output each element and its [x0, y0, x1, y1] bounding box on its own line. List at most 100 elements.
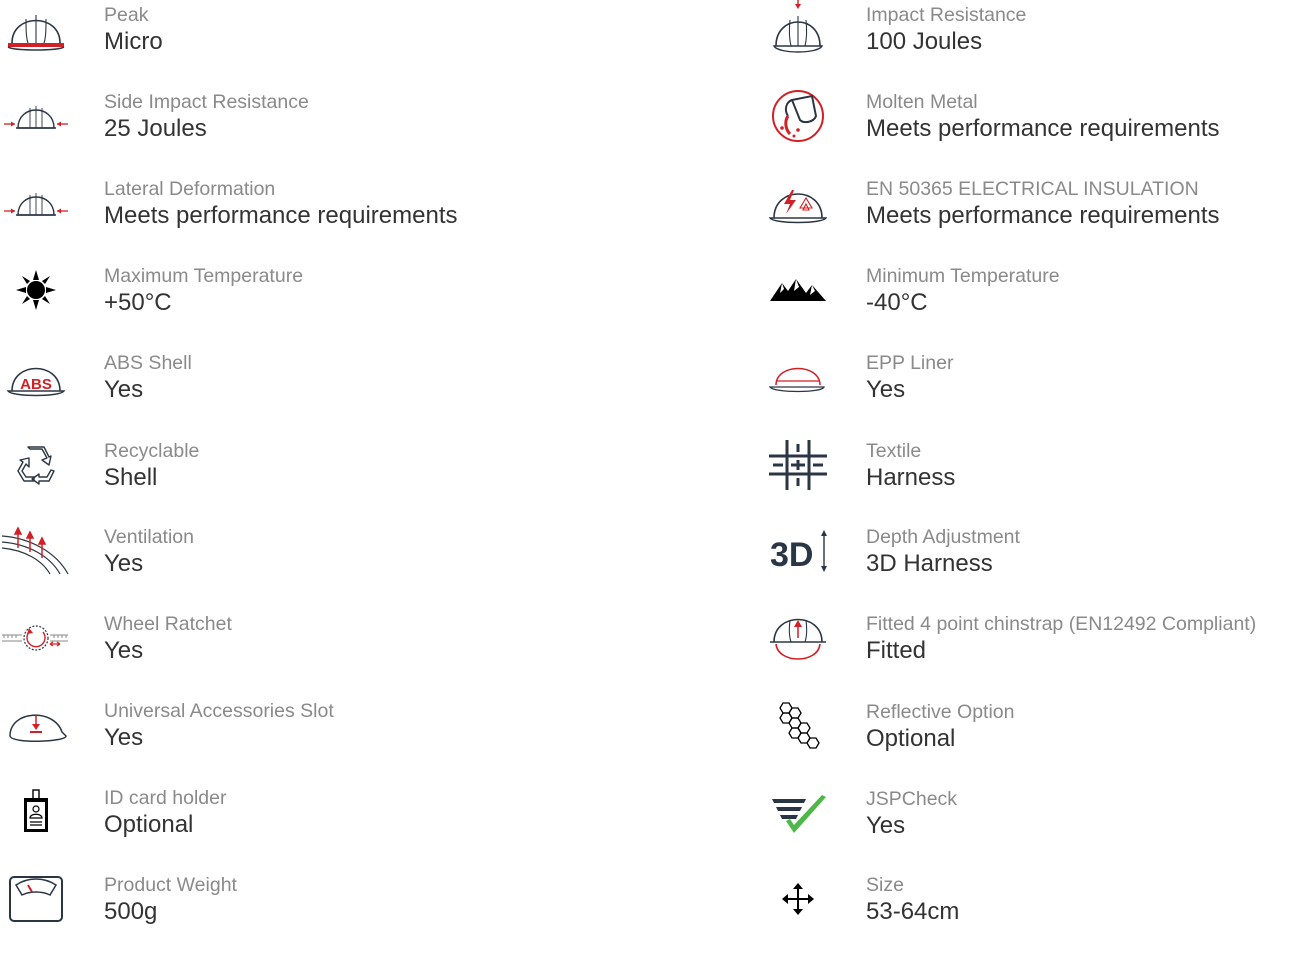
spec-label: Textile	[866, 440, 922, 462]
spec-value: Yes	[104, 550, 144, 577]
spec-label: JSPCheck	[866, 788, 958, 810]
spec-label: Lateral Deformation	[104, 178, 276, 200]
spec-value: Yes	[104, 637, 144, 664]
spec-text: Ventilation Yes	[104, 525, 194, 578]
specification-grid: Peak Micro Side Impact Resistance 25 Jou…	[0, 0, 1315, 930]
depth-adjustment-3d-text: 3D	[770, 536, 813, 574]
textile-icon	[762, 436, 834, 494]
spec-row-minimum-temperature: Minimum Temperature -40°C	[762, 261, 1315, 348]
electrical-insulation-icon	[762, 174, 834, 232]
spec-value: Yes	[104, 724, 144, 751]
spec-text: ID card holder Optional	[104, 786, 226, 839]
chinstrap-icon	[762, 609, 834, 667]
spec-row-textile: Textile Harness	[762, 436, 1315, 523]
spec-value: 100 Joules	[866, 28, 983, 55]
spec-text: EPP Liner Yes	[866, 351, 953, 404]
reflective-hexagon-icon	[762, 697, 834, 755]
spec-row-peak: Peak Micro	[0, 0, 700, 87]
spec-value: Shell	[104, 464, 158, 491]
spec-row-size: Size 53-64cm	[762, 870, 1315, 957]
spec-row-depth-adjustment: 3D Depth Adjustment 3D Harness	[762, 522, 1315, 609]
id-card-holder-icon	[0, 783, 72, 841]
spec-row-id-card-holder: ID card holder Optional	[0, 783, 700, 870]
jspcheck-icon	[762, 784, 834, 842]
spec-label: Peak	[104, 4, 149, 26]
spec-row-chinstrap: Fitted 4 point chinstrap (EN12492 Compli…	[762, 609, 1315, 696]
molten-metal-icon	[762, 87, 834, 145]
spec-text: Side Impact Resistance 25 Joules	[104, 90, 309, 143]
spec-label: EN 50365 ELECTRICAL INSULATION	[866, 178, 1199, 200]
spec-label: Universal Accessories Slot	[104, 700, 334, 722]
accessories-slot-icon	[0, 696, 72, 754]
spec-label: Fitted 4 point chinstrap (EN12492 Compli…	[866, 613, 1257, 635]
spec-label: ABS Shell	[104, 352, 192, 374]
spec-text: Wheel Ratchet Yes	[104, 612, 232, 665]
spec-value: Fitted	[866, 637, 927, 664]
spec-label: Depth Adjustment	[866, 526, 1020, 548]
spec-value: Meets performance requirements	[866, 202, 1220, 229]
spec-text: Lateral Deformation Meets performance re…	[104, 177, 457, 230]
spec-row-universal-accessories-slot: Universal Accessories Slot Yes	[0, 696, 700, 783]
spec-label: Side Impact Resistance	[104, 91, 309, 113]
abs-shell-text: ABS	[20, 376, 52, 393]
spec-text: Universal Accessories Slot Yes	[104, 699, 334, 752]
spec-row-recyclable: Recyclable Shell	[0, 436, 700, 523]
spec-text: Depth Adjustment 3D Harness	[866, 525, 1020, 578]
spec-text: Impact Resistance 100 Joules	[866, 3, 1026, 56]
spec-row-ventilation: Ventilation Yes	[0, 522, 700, 609]
spec-text: ABS Shell Yes	[104, 351, 192, 404]
lateral-deformation-icon	[0, 174, 72, 232]
spec-row-lateral-deformation: Lateral Deformation Meets performance re…	[0, 174, 700, 261]
sun-temperature-icon	[0, 261, 72, 319]
spec-row-abs-shell: ABS ABS Shell Yes	[0, 348, 700, 435]
spec-row-side-impact: Side Impact Resistance 25 Joules	[0, 87, 700, 174]
spec-value: Yes	[104, 376, 144, 403]
spec-value: Meets performance requirements	[866, 115, 1220, 142]
spec-text: Reflective Option Optional	[866, 700, 1015, 753]
spec-value: -40°C	[866, 289, 928, 316]
side-impact-icon	[0, 87, 72, 145]
spec-label: Product Weight	[104, 874, 237, 896]
spec-row-electrical-insulation: EN 50365 ELECTRICAL INSULATION Meets per…	[762, 174, 1315, 261]
spec-value: Yes	[866, 376, 906, 403]
wheel-ratchet-icon	[0, 609, 72, 667]
impact-resistance-icon	[762, 0, 834, 58]
spec-value: Micro	[104, 28, 163, 55]
ventilation-icon	[0, 522, 72, 580]
helmet-peak-icon	[0, 0, 72, 58]
spec-row-wheel-ratchet: Wheel Ratchet Yes	[0, 609, 700, 696]
abs-shell-icon: ABS	[0, 348, 72, 406]
spec-text: EN 50365 ELECTRICAL INSULATION Meets per…	[866, 177, 1219, 230]
spec-text: Product Weight 500g	[104, 873, 237, 926]
spec-label: Reflective Option	[866, 701, 1015, 723]
spec-row-product-weight: Product Weight 500g	[0, 870, 700, 957]
spec-value: 53-64cm	[866, 898, 960, 925]
spec-text: Fitted 4 point chinstrap (EN12492 Compli…	[866, 612, 1256, 665]
spec-row-epp-liner: EPP Liner Yes	[762, 348, 1315, 435]
size-move-arrows-icon	[762, 870, 834, 928]
spec-label: Wheel Ratchet	[104, 613, 232, 635]
spec-label: Molten Metal	[866, 91, 978, 113]
spec-label: Ventilation	[104, 526, 194, 548]
spec-value: 25 Joules	[104, 115, 207, 142]
spec-text: Molten Metal Meets performance requireme…	[866, 90, 1219, 143]
spec-row-impact-resistance: Impact Resistance 100 Joules	[762, 0, 1315, 87]
spec-value: Harness	[866, 464, 956, 491]
spec-value: +50°C	[104, 289, 172, 316]
mountains-cold-icon	[762, 261, 834, 319]
spec-text: Maximum Temperature +50°C	[104, 264, 303, 317]
spec-label: Impact Resistance	[866, 4, 1027, 26]
spec-row-molten-metal: Molten Metal Meets performance requireme…	[762, 87, 1315, 174]
spec-row-maximum-temperature: Maximum Temperature +50°C	[0, 261, 700, 348]
spec-text: Peak Micro	[104, 3, 163, 56]
spec-row-reflective-option: Reflective Option Optional	[762, 697, 1315, 784]
spec-label: Minimum Temperature	[866, 265, 1060, 287]
spec-text: Size 53-64cm	[866, 873, 959, 926]
spec-value: Optional	[104, 811, 194, 838]
spec-text: JSPCheck Yes	[866, 787, 957, 840]
spec-label: Maximum Temperature	[104, 265, 304, 287]
recycle-icon	[0, 436, 72, 494]
spec-text: Minimum Temperature -40°C	[866, 264, 1060, 317]
spec-value: 3D Harness	[866, 550, 993, 577]
depth-adjustment-3d-icon: 3D	[762, 522, 834, 580]
